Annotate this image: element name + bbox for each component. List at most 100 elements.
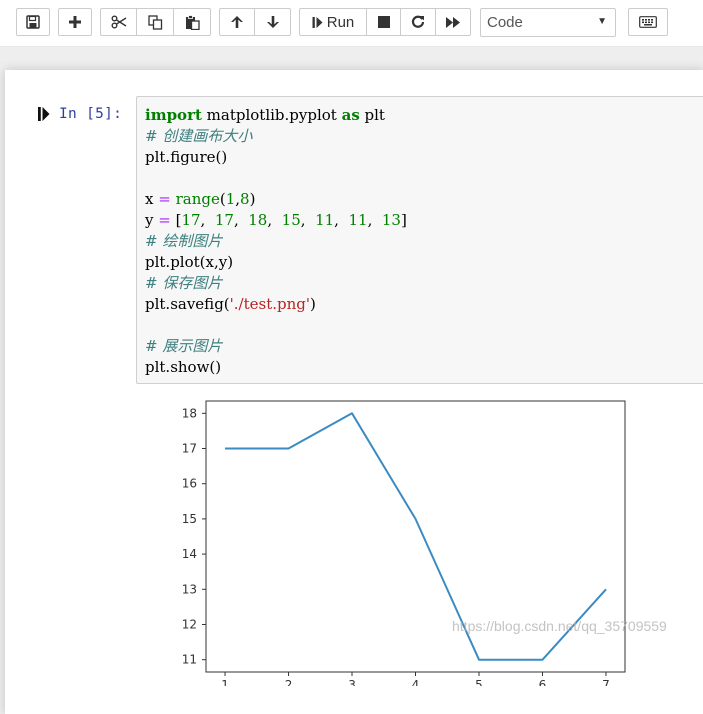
cut-button[interactable] xyxy=(100,8,137,36)
keyboard-icon xyxy=(639,16,657,28)
code-token: 1 xyxy=(225,190,236,208)
notebook-toolbar: Run Code ▼ xyxy=(0,0,703,47)
move-up-button[interactable] xyxy=(219,8,255,36)
step-icon xyxy=(312,16,323,28)
code-line: plt.plot(x,y) xyxy=(145,252,233,273)
x-tick-label: 6 xyxy=(539,678,547,686)
code-token: # 保存图片 xyxy=(145,274,223,292)
code-cell-input[interactable]: import matplotlib.pyplot as plt # 创建画布大小 p… xyxy=(136,96,703,384)
code-line: plt.savefig('./test.png') xyxy=(145,294,316,315)
code-line: plt.figure() xyxy=(145,147,227,168)
code-line: # 创建画布大小 xyxy=(145,126,252,147)
arrow-up-icon xyxy=(231,16,243,28)
code-token: = xyxy=(158,190,171,208)
step-icon xyxy=(38,107,50,121)
scissors-icon xyxy=(111,15,126,29)
paste-button[interactable] xyxy=(174,8,211,36)
code-token: , xyxy=(267,211,282,229)
input-prompt: In [5]: xyxy=(59,106,123,122)
run-group: Run xyxy=(299,8,471,36)
code-token: range xyxy=(175,190,220,208)
x-tick-label: 3 xyxy=(348,678,356,686)
x-tick-label: 2 xyxy=(285,678,293,686)
copy-icon xyxy=(147,14,162,30)
chevron-down-icon: ▼ xyxy=(597,16,607,27)
code-token: plt.figure() xyxy=(145,148,228,166)
restart-icon xyxy=(411,15,425,28)
y-tick-label: 18 xyxy=(182,406,197,420)
code-token: ) xyxy=(310,295,316,313)
code-token: x xyxy=(145,190,159,208)
y-tick-label: 16 xyxy=(182,477,197,491)
code-token: plt.plot(x,y) xyxy=(145,253,234,271)
code-token: = xyxy=(158,211,171,229)
insert-cell-button[interactable] xyxy=(58,8,92,36)
insert-group xyxy=(58,8,92,36)
code-line: # 展示图片 xyxy=(145,336,222,357)
code-token: [ xyxy=(170,211,182,229)
x-tick-label: 4 xyxy=(412,678,420,686)
y-tick-label: 17 xyxy=(182,442,197,456)
stop-icon xyxy=(377,16,390,28)
cell-type-value: Code xyxy=(487,14,523,31)
code-line: plt.show() xyxy=(145,357,221,378)
y-tick-label: 14 xyxy=(182,547,197,561)
line-chart: 1 2 3 4 5 6 71112131415161718 xyxy=(182,400,626,692)
keyboard-group xyxy=(628,8,668,36)
command-palette-button[interactable] xyxy=(628,8,668,36)
code-token: # 创建画布大小 xyxy=(145,127,253,145)
plus-icon xyxy=(69,16,81,28)
run-label: Run xyxy=(326,13,355,31)
save-icon xyxy=(26,15,40,29)
interrupt-button[interactable] xyxy=(367,8,401,36)
restart-button[interactable] xyxy=(401,8,436,36)
code-token: # 绘制图片 xyxy=(145,232,223,250)
code-token: 13 xyxy=(381,211,401,229)
y-tick-label: 11 xyxy=(182,653,197,667)
code-token: 17 xyxy=(181,211,201,229)
paste-icon xyxy=(185,14,200,30)
code-token: as xyxy=(341,106,360,124)
code-token: , xyxy=(300,211,316,229)
y-tick-label: 15 xyxy=(182,512,197,526)
save-button[interactable] xyxy=(16,8,50,36)
code-token: # 展示图片 xyxy=(145,337,223,355)
restart-run-all-button[interactable] xyxy=(436,8,471,36)
code-token: , xyxy=(200,211,215,229)
y-tick-label: 12 xyxy=(182,617,197,631)
output-area: 1 2 3 4 5 6 7 11 12 13 14 15 16 17 18 xyxy=(165,396,635,692)
code-token: 15 xyxy=(281,211,301,229)
copy-button[interactable] xyxy=(137,8,174,36)
cell-type-select[interactable]: Code ▼ xyxy=(480,8,616,37)
arrow-down-icon xyxy=(266,16,279,28)
code-line: # 绘制图片 xyxy=(145,231,222,252)
code-token: 11 xyxy=(348,211,368,229)
save-group xyxy=(16,8,50,36)
code-token: plt.savefig( xyxy=(145,295,230,313)
code-token: import xyxy=(145,106,202,124)
code-token: 17 xyxy=(214,211,234,229)
code-token: , xyxy=(233,211,249,229)
watermark: https://blog.csdn.net/qq_35709559 xyxy=(452,618,667,634)
code-token: , xyxy=(367,211,382,229)
code-token: , xyxy=(334,211,349,229)
x-tick-label: 5 xyxy=(475,678,483,686)
code-token: 18 xyxy=(248,211,268,229)
move-down-button[interactable] xyxy=(255,8,291,36)
fast-forward-icon xyxy=(446,16,460,28)
y-tick-label: 13 xyxy=(182,582,197,596)
code-token: 8 xyxy=(240,190,250,208)
code-token: ) xyxy=(249,190,256,208)
edit-group xyxy=(100,8,211,36)
code-line: # 保存图片 xyxy=(145,273,222,294)
code-token: ] xyxy=(400,211,407,229)
code-line: y = [17, 17, 18, 15, 11, 11, 13] xyxy=(145,210,407,231)
code-token: 11 xyxy=(315,211,335,229)
x-tick-label: 7 xyxy=(602,678,610,686)
x-tick-label: 1 xyxy=(221,678,229,686)
run-button[interactable]: Run xyxy=(299,8,367,36)
move-group xyxy=(219,8,291,36)
code-line: x = range(1,8) xyxy=(145,189,255,210)
code-token: matplotlib.pyplot xyxy=(201,106,342,124)
code-token: plt xyxy=(359,106,385,124)
